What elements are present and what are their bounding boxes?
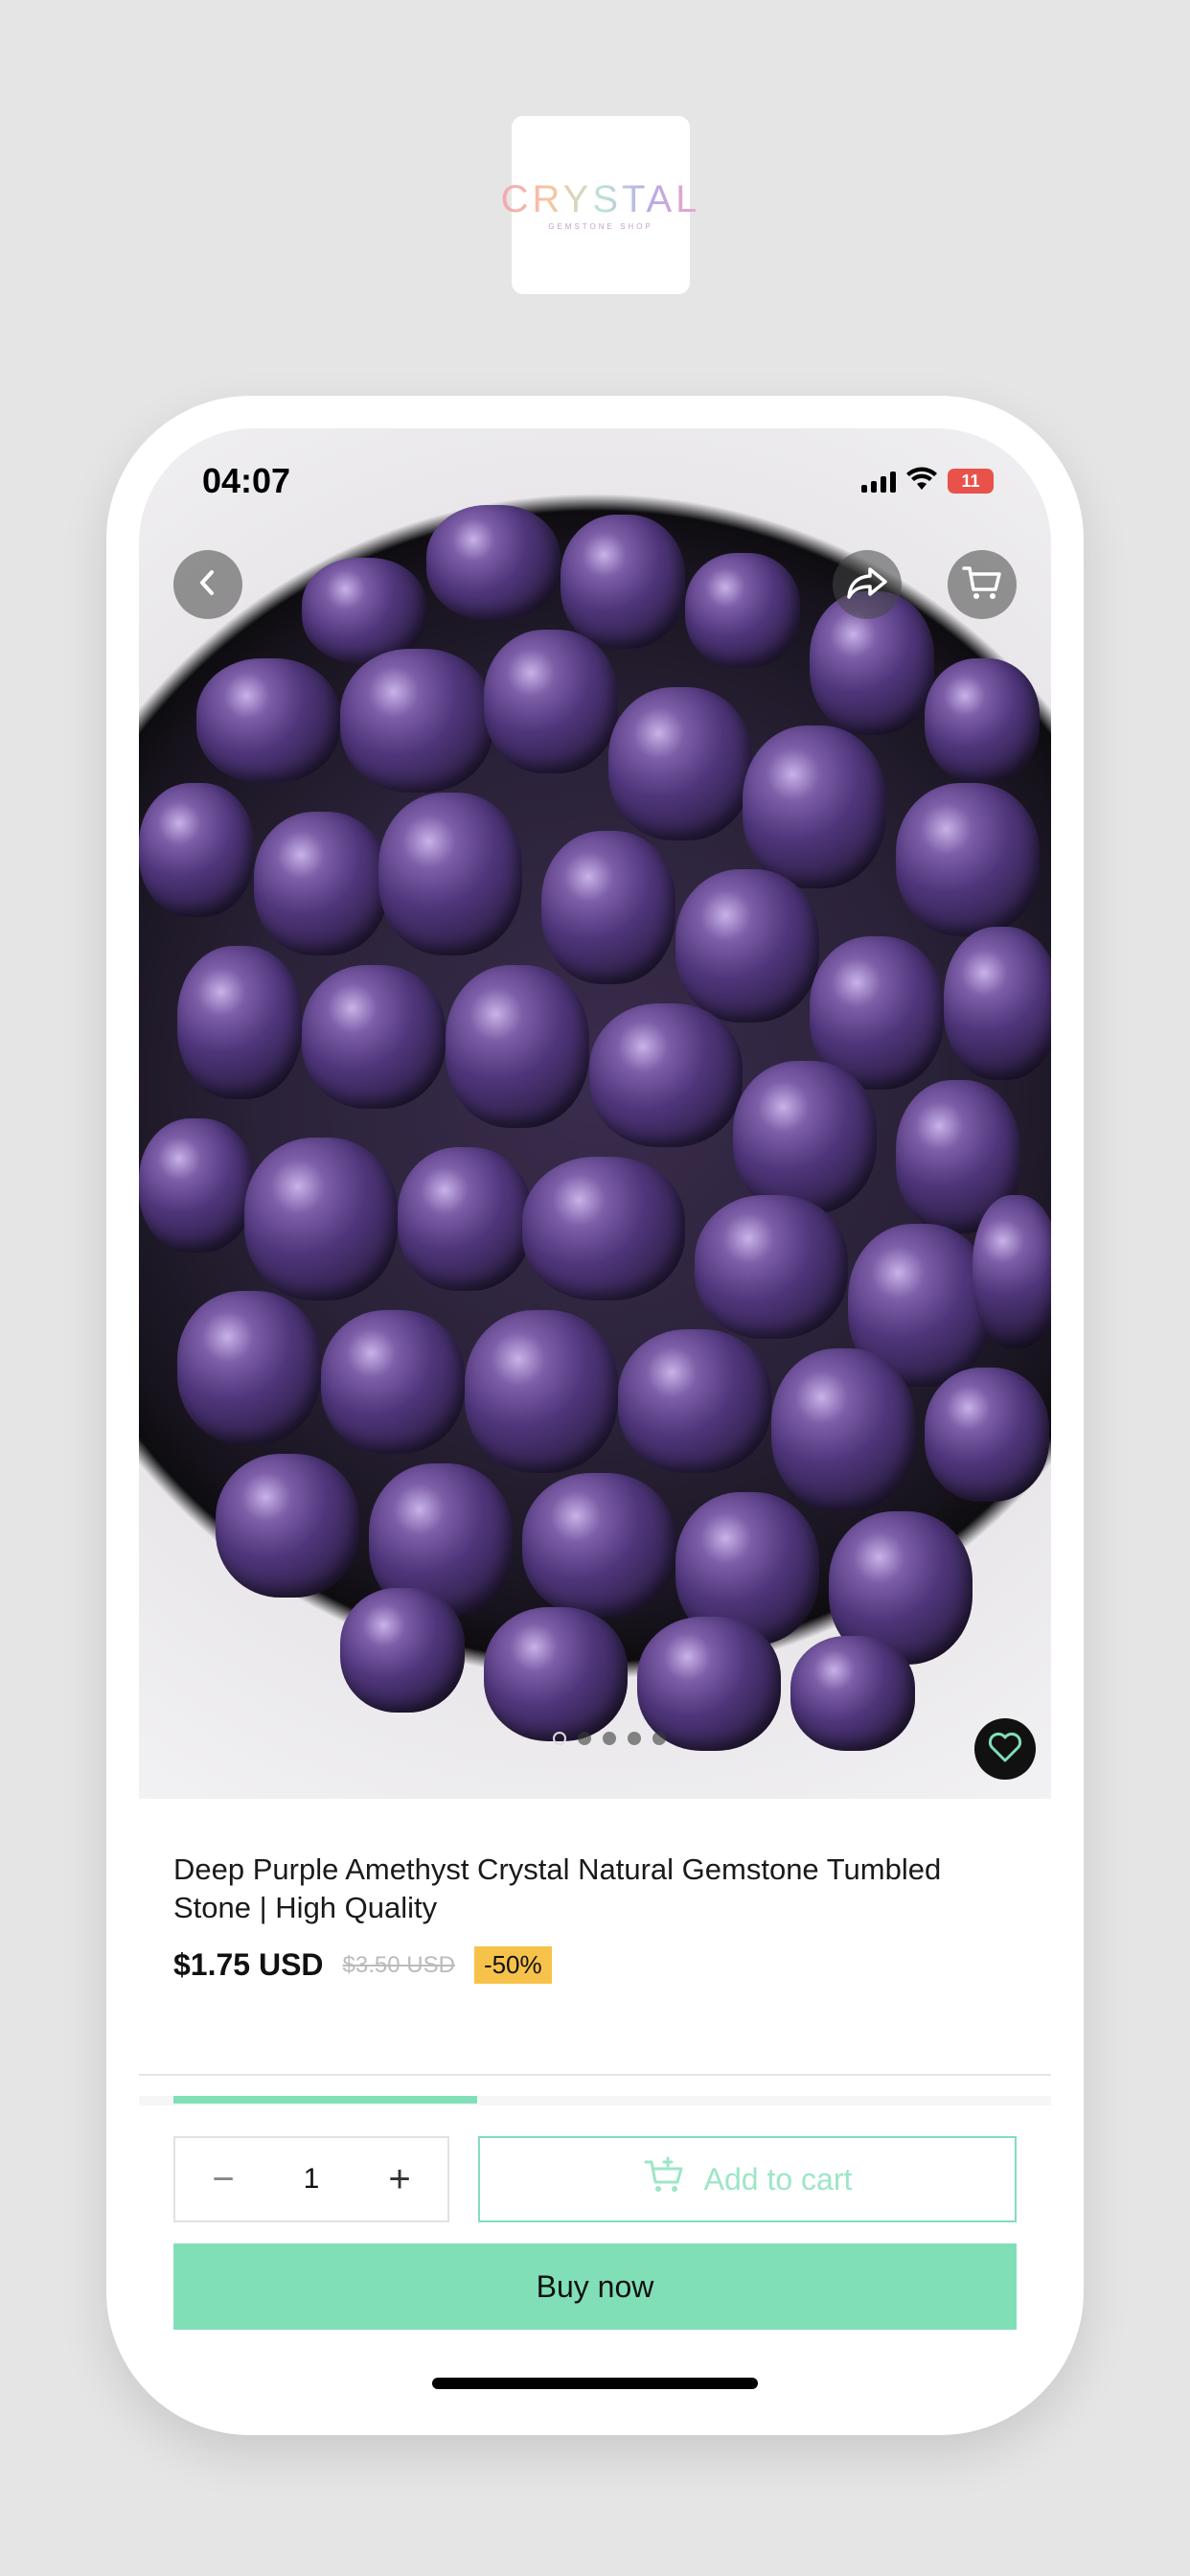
amethyst-stone: [675, 869, 819, 1023]
phone-screen: 04:07 11 Deep Purple Amethyst Crystal Na…: [139, 428, 1051, 2403]
wifi-icon: [905, 467, 938, 496]
price-row: $1.75 USD $3.50 USD -50%: [173, 1946, 552, 1984]
battery-icon: 11: [948, 469, 994, 494]
amethyst-stone: [340, 649, 493, 793]
amethyst-stone: [771, 1348, 915, 1511]
status-icons: 11: [861, 467, 994, 496]
amethyst-stone: [484, 1607, 628, 1741]
buy-now-label: Buy now: [536, 2268, 654, 2304]
logo-subtext: GEMSTONE SHOP: [548, 221, 653, 231]
product-title: Deep Purple Amethyst Crystal Natural Gem…: [173, 1852, 942, 1924]
amethyst-stone: [790, 1636, 915, 1751]
amethyst-stone: [177, 1291, 321, 1444]
carousel-dot[interactable]: [603, 1732, 616, 1745]
amethyst-stone: [484, 630, 618, 773]
amethyst-stone: [465, 1310, 618, 1473]
home-indicator: [432, 2378, 758, 2389]
buy-now-button[interactable]: Buy now: [173, 2243, 1017, 2330]
amethyst-stone: [733, 1061, 877, 1214]
amethyst-stone: [561, 515, 685, 649]
quantity-value[interactable]: 1: [304, 2163, 320, 2196]
amethyst-stone: [321, 1310, 465, 1454]
add-to-cart-label: Add to cart: [703, 2161, 853, 2196]
carousel-dots[interactable]: [553, 1732, 666, 1745]
amethyst-stone: [177, 946, 302, 1099]
amethyst-stone: [522, 1473, 675, 1617]
amethyst-stone: [216, 1454, 359, 1598]
battery-level: 11: [961, 471, 980, 491]
amethyst-stone: [541, 831, 675, 984]
quantity-increase-button[interactable]: +: [380, 2158, 419, 2201]
amethyst-stone: [244, 1138, 398, 1300]
status-time: 04:07: [202, 461, 291, 500]
compare-price: $3.50 USD: [342, 1951, 455, 1978]
amethyst-stone: [254, 812, 388, 955]
amethyst-stone: [608, 687, 752, 840]
cart-plus-icon: [643, 2156, 685, 2202]
amethyst-stone: [398, 1147, 532, 1291]
amethyst-stone: [944, 927, 1051, 1080]
chevron-left-icon: [194, 568, 222, 602]
amethyst-stone: [925, 1368, 1049, 1502]
amethyst-stone: [446, 965, 589, 1128]
carousel-dot[interactable]: [553, 1732, 566, 1745]
carousel-dot[interactable]: [652, 1732, 666, 1745]
discount-badge: -50%: [473, 1946, 552, 1984]
quantity-decrease-button[interactable]: −: [204, 2158, 242, 2201]
product-image[interactable]: [139, 428, 1051, 1799]
amethyst-stone: [637, 1617, 781, 1751]
brand-logo[interactable]: CRYSTAL GEMSTONE SHOP: [501, 116, 697, 294]
amethyst-stone: [302, 965, 446, 1109]
share-button[interactable]: [833, 550, 902, 619]
phone-frame: 04:07 11 Deep Purple Amethyst Crystal Na…: [106, 396, 1084, 2435]
status-bar: 04:07 11: [139, 428, 1051, 534]
add-to-cart-button[interactable]: Add to cart: [478, 2136, 1017, 2222]
amethyst-stone: [196, 658, 340, 783]
amethyst-stone: [685, 553, 800, 668]
amethyst-stone: [743, 725, 886, 888]
amethyst-stone: [378, 793, 522, 955]
carousel-dot[interactable]: [578, 1732, 591, 1745]
amethyst-stone: [973, 1195, 1051, 1348]
amethyst-stone: [925, 658, 1040, 783]
amethyst-stone: [139, 1118, 254, 1253]
amethyst-stone: [695, 1195, 848, 1339]
carousel-dot[interactable]: [628, 1732, 641, 1745]
logo-text: CRYSTAL: [500, 177, 701, 220]
amethyst-stone: [302, 558, 426, 663]
amethyst-stone: [340, 1588, 465, 1713]
amethyst-stone: [522, 1157, 685, 1300]
back-button[interactable]: [173, 550, 242, 619]
divider: [139, 2074, 1051, 2076]
quantity-stepper[interactable]: − 1 +: [173, 2136, 449, 2222]
signal-icon: [861, 470, 896, 493]
amethyst-stone: [139, 783, 254, 917]
amethyst-stone: [896, 783, 1040, 936]
amethyst-stone: [618, 1329, 771, 1473]
cart-icon: [961, 564, 1003, 607]
wishlist-button[interactable]: [974, 1718, 1036, 1780]
amethyst-stone: [589, 1003, 743, 1147]
cart-button[interactable]: [948, 550, 1017, 619]
share-icon: [845, 564, 889, 607]
product-price: $1.75 USD: [173, 1947, 324, 1982]
heart-icon: [987, 1731, 1023, 1768]
progress-fill: [173, 2096, 477, 2104]
